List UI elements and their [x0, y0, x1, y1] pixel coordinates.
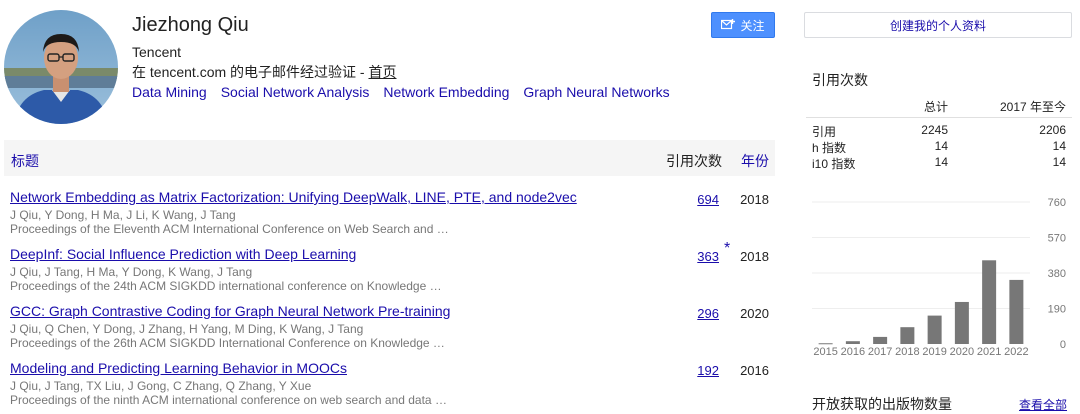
y-tick-label: 190 — [1048, 304, 1066, 316]
publication-year: 2018 — [740, 192, 769, 207]
y-tick-label: 570 — [1048, 233, 1066, 245]
envelope-plus-icon — [721, 19, 736, 30]
table-row: Network Embedding as Matrix Factorizatio… — [10, 189, 775, 245]
publication-authors: J Qiu, J Tang, TX Liu, J Gong, C Zhang, … — [10, 379, 312, 393]
bar-2016[interactable] — [845, 341, 860, 344]
x-tick-label-2022: 2022 — [1004, 346, 1028, 358]
stat-row-h-index: h 指数 14 14 — [812, 139, 1066, 155]
stat-label: i10 指数 — [812, 157, 856, 171]
stat-all-value: 2245 — [921, 123, 948, 137]
publication-venue: Proceedings of the 24th ACM SIGKDD inter… — [10, 279, 442, 293]
publication-citation-count-link[interactable]: 694 — [697, 192, 719, 207]
y-tick-label: 760 — [1048, 197, 1066, 209]
follow-button[interactable]: 关注 — [711, 12, 775, 38]
interest-link-network-embedding[interactable]: Network Embedding — [383, 84, 509, 100]
stat-row-citations: 引用 2245 2206 — [812, 123, 1066, 139]
citations-heading: 引用次数 — [812, 72, 868, 88]
bar-2015[interactable] — [818, 343, 833, 345]
stat-label: 引用 — [812, 125, 837, 139]
publication-citation-count-link[interactable]: 192 — [697, 363, 719, 378]
stat-all-value: 14 — [934, 155, 948, 169]
y-tick-label: 380 — [1048, 268, 1066, 280]
table-row: GCC: Graph Contrastive Coding for Graph … — [10, 303, 775, 359]
avatar — [4, 10, 118, 124]
sort-by-citations-header[interactable]: 引用次数 — [666, 151, 722, 171]
bar-2017[interactable] — [873, 336, 888, 344]
merged-citation-star[interactable]: * — [724, 240, 730, 258]
citations-per-year-chart: 0 190 380 570 760 2015 2016 2017 2018 2019 2020 202… — [806, 188, 1072, 368]
publications-table-header: 标题 引用次数 年份 — [4, 140, 775, 176]
publication-title-link[interactable]: Network Embedding as Matrix Factorizatio… — [10, 189, 577, 205]
x-tick-label-2015: 2015 — [813, 346, 837, 358]
bar-2018[interactable] — [900, 327, 915, 344]
publication-title-link[interactable]: DeepInf: Social Influence Prediction wit… — [10, 246, 356, 262]
citations-chart-svg: 01903805707602015 2016 2017 2018 2019 2020 202… — [812, 197, 1066, 358]
interest-link-data-mining[interactable]: Data Mining — [132, 84, 207, 100]
stat-since-value: 14 — [1052, 139, 1066, 153]
publication-year: 2020 — [740, 306, 769, 321]
publication-authors: J Qiu, J Tang, H Ma, Y Dong, K Wang, J T… — [10, 265, 253, 279]
stat-since-value: 2206 — [1039, 123, 1066, 137]
publication-title-link[interactable]: Modeling and Predicting Learning Behavio… — [10, 360, 347, 376]
bar-2022[interactable] — [1009, 279, 1024, 344]
bar-2020[interactable] — [954, 301, 969, 344]
bar-2021[interactable] — [982, 260, 997, 344]
x-tick-label-2018: 2018 — [895, 346, 919, 358]
follow-button-label: 关注 — [740, 18, 765, 33]
x-tick-label-2016: 2016 — [841, 346, 865, 358]
stats-column-all: 总计 — [923, 100, 948, 114]
homepage-link[interactable]: 首页 — [368, 64, 396, 80]
publication-citation-count-link[interactable]: 363 — [697, 249, 719, 264]
publication-citation-count-link[interactable]: 296 — [697, 306, 719, 321]
bar-2019[interactable] — [927, 315, 942, 344]
sort-by-title-link[interactable]: 标题 — [11, 151, 39, 171]
x-tick-label-2019: 2019 — [922, 346, 946, 358]
x-tick-label-2020: 2020 — [950, 346, 974, 358]
profile-name: Jiezhong Qiu — [132, 14, 249, 36]
publication-authors: J Qiu, Y Dong, H Ma, J Li, K Wang, J Tan… — [10, 208, 236, 222]
stat-row-i10-index: i10 指数 14 14 — [812, 155, 1066, 171]
stats-divider — [806, 117, 1072, 118]
stat-since-value: 14 — [1052, 155, 1066, 169]
stat-all-value: 14 — [934, 139, 948, 153]
table-row: DeepInf: Social Influence Prediction wit… — [10, 240, 775, 302]
y-tick-label: 0 — [1060, 339, 1066, 351]
stats-column-since: 2017 年至今 — [999, 100, 1066, 114]
profile-email-verified: 在 tencent.com 的电子邮件经过验证 - 首页 — [132, 62, 396, 82]
interest-link-social-network-analysis[interactable]: Social Network Analysis — [221, 84, 370, 100]
sort-by-year-link[interactable]: 年份 — [741, 151, 769, 171]
view-all-open-access-link[interactable]: 查看全部 — [1019, 396, 1067, 413]
publication-venue: Proceedings of the 26th ACM SIGKDD Inter… — [10, 336, 445, 350]
publication-venue: Proceedings of the ninth ACM internation… — [10, 393, 447, 407]
profile-affiliation: Tencent — [132, 44, 182, 60]
publication-venue: Proceedings of the Eleventh ACM Internat… — [10, 222, 449, 236]
x-tick-label-2017: 2017 — [868, 346, 892, 358]
create-profile-button[interactable]: 创建我的个人资料 — [804, 12, 1072, 38]
research-interests: Data Mining Social Network Analysis Netw… — [132, 84, 670, 100]
publication-year: 2016 — [740, 363, 769, 378]
interest-link-graph-neural-networks[interactable]: Graph Neural Networks — [523, 84, 669, 100]
x-tick-label-2021: 2021 — [977, 346, 1001, 358]
stat-label: h 指数 — [812, 141, 847, 155]
publication-authors: J Qiu, Q Chen, Y Dong, J Zhang, H Yang, … — [10, 322, 364, 336]
table-row: Modeling and Predicting Learning Behavio… — [10, 360, 775, 414]
avatar-photo — [4, 10, 118, 124]
publication-title-link[interactable]: GCC: Graph Contrastive Coding for Graph … — [10, 303, 450, 319]
publication-year: 2018 — [740, 249, 769, 264]
email-verified-text: 在 tencent.com 的电子邮件经过验证 - — [132, 64, 369, 80]
open-access-heading: 开放获取的出版物数量 — [812, 396, 952, 412]
